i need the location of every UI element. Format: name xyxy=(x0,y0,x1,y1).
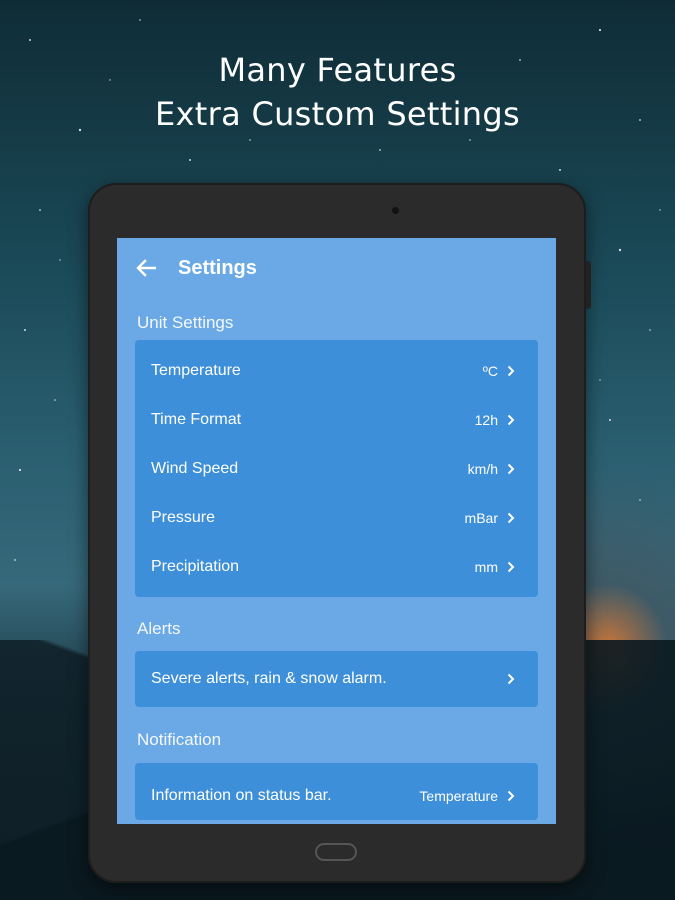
setting-row-wind-speed[interactable]: Wind Speed km/h xyxy=(135,444,538,493)
alerts-card: Severe alerts, rain & snow alarm. xyxy=(135,651,538,707)
section-title-unit-settings: Unit Settings xyxy=(137,313,234,332)
setting-label: Severe alerts, rain & snow alarm. xyxy=(151,670,387,687)
setting-row-status-bar[interactable]: Information on status bar. Temperature xyxy=(135,771,538,820)
chevron-right-icon xyxy=(506,560,516,574)
setting-row-precipitation[interactable]: Precipitation mm xyxy=(135,542,538,591)
section-title-notification: Notification xyxy=(137,730,222,749)
setting-label: Wind Speed xyxy=(151,459,239,477)
chevron-right-icon xyxy=(506,364,516,378)
chevron-right-icon xyxy=(506,413,516,427)
setting-value: ºC xyxy=(482,362,498,379)
setting-value: 12h xyxy=(474,411,498,428)
setting-value: mm xyxy=(474,558,498,575)
page-title: Settings xyxy=(178,256,257,279)
app-bar: Settings xyxy=(117,238,556,298)
headline-line-2: Extra Custom Settings xyxy=(155,95,520,133)
setting-row-severe-alerts[interactable]: Severe alerts, rain & snow alarm. xyxy=(135,651,538,707)
promo-headline: Many Features Extra Custom Settings xyxy=(0,48,675,136)
setting-row-pressure[interactable]: Pressure mBar xyxy=(135,493,538,542)
chevron-right-icon xyxy=(506,462,516,476)
setting-label: Pressure xyxy=(151,508,216,526)
setting-value: mBar xyxy=(464,509,498,526)
setting-value: km/h xyxy=(467,460,498,477)
setting-label: Temperature xyxy=(151,361,241,379)
chevron-right-icon xyxy=(506,672,516,686)
headline-line-1: Many Features xyxy=(218,51,457,89)
tablet-device-frame: Settings Unit Settings Temperature ºC Ti… xyxy=(88,183,591,883)
setting-row-temperature[interactable]: Temperature ºC xyxy=(135,346,538,395)
notification-card: Information on status bar. Temperature xyxy=(135,763,538,820)
setting-row-time-format[interactable]: Time Format 12h xyxy=(135,395,538,444)
home-button[interactable] xyxy=(315,843,357,861)
front-camera xyxy=(392,207,399,214)
section-title-alerts: Alerts xyxy=(137,619,181,638)
chevron-right-icon xyxy=(506,511,516,525)
settings-screen: Settings Unit Settings Temperature ºC Ti… xyxy=(117,238,556,824)
setting-label: Time Format xyxy=(151,410,242,428)
side-button xyxy=(586,261,591,309)
setting-value: Temperature xyxy=(419,787,498,804)
chevron-right-icon xyxy=(506,789,516,803)
back-button[interactable] xyxy=(135,257,157,279)
unit-settings-card: Temperature ºC Time Format 12h Wind Spee… xyxy=(135,340,538,597)
setting-label: Precipitation xyxy=(151,557,240,575)
arrow-left-icon xyxy=(136,259,156,277)
setting-label: Information on status bar. xyxy=(151,786,332,804)
